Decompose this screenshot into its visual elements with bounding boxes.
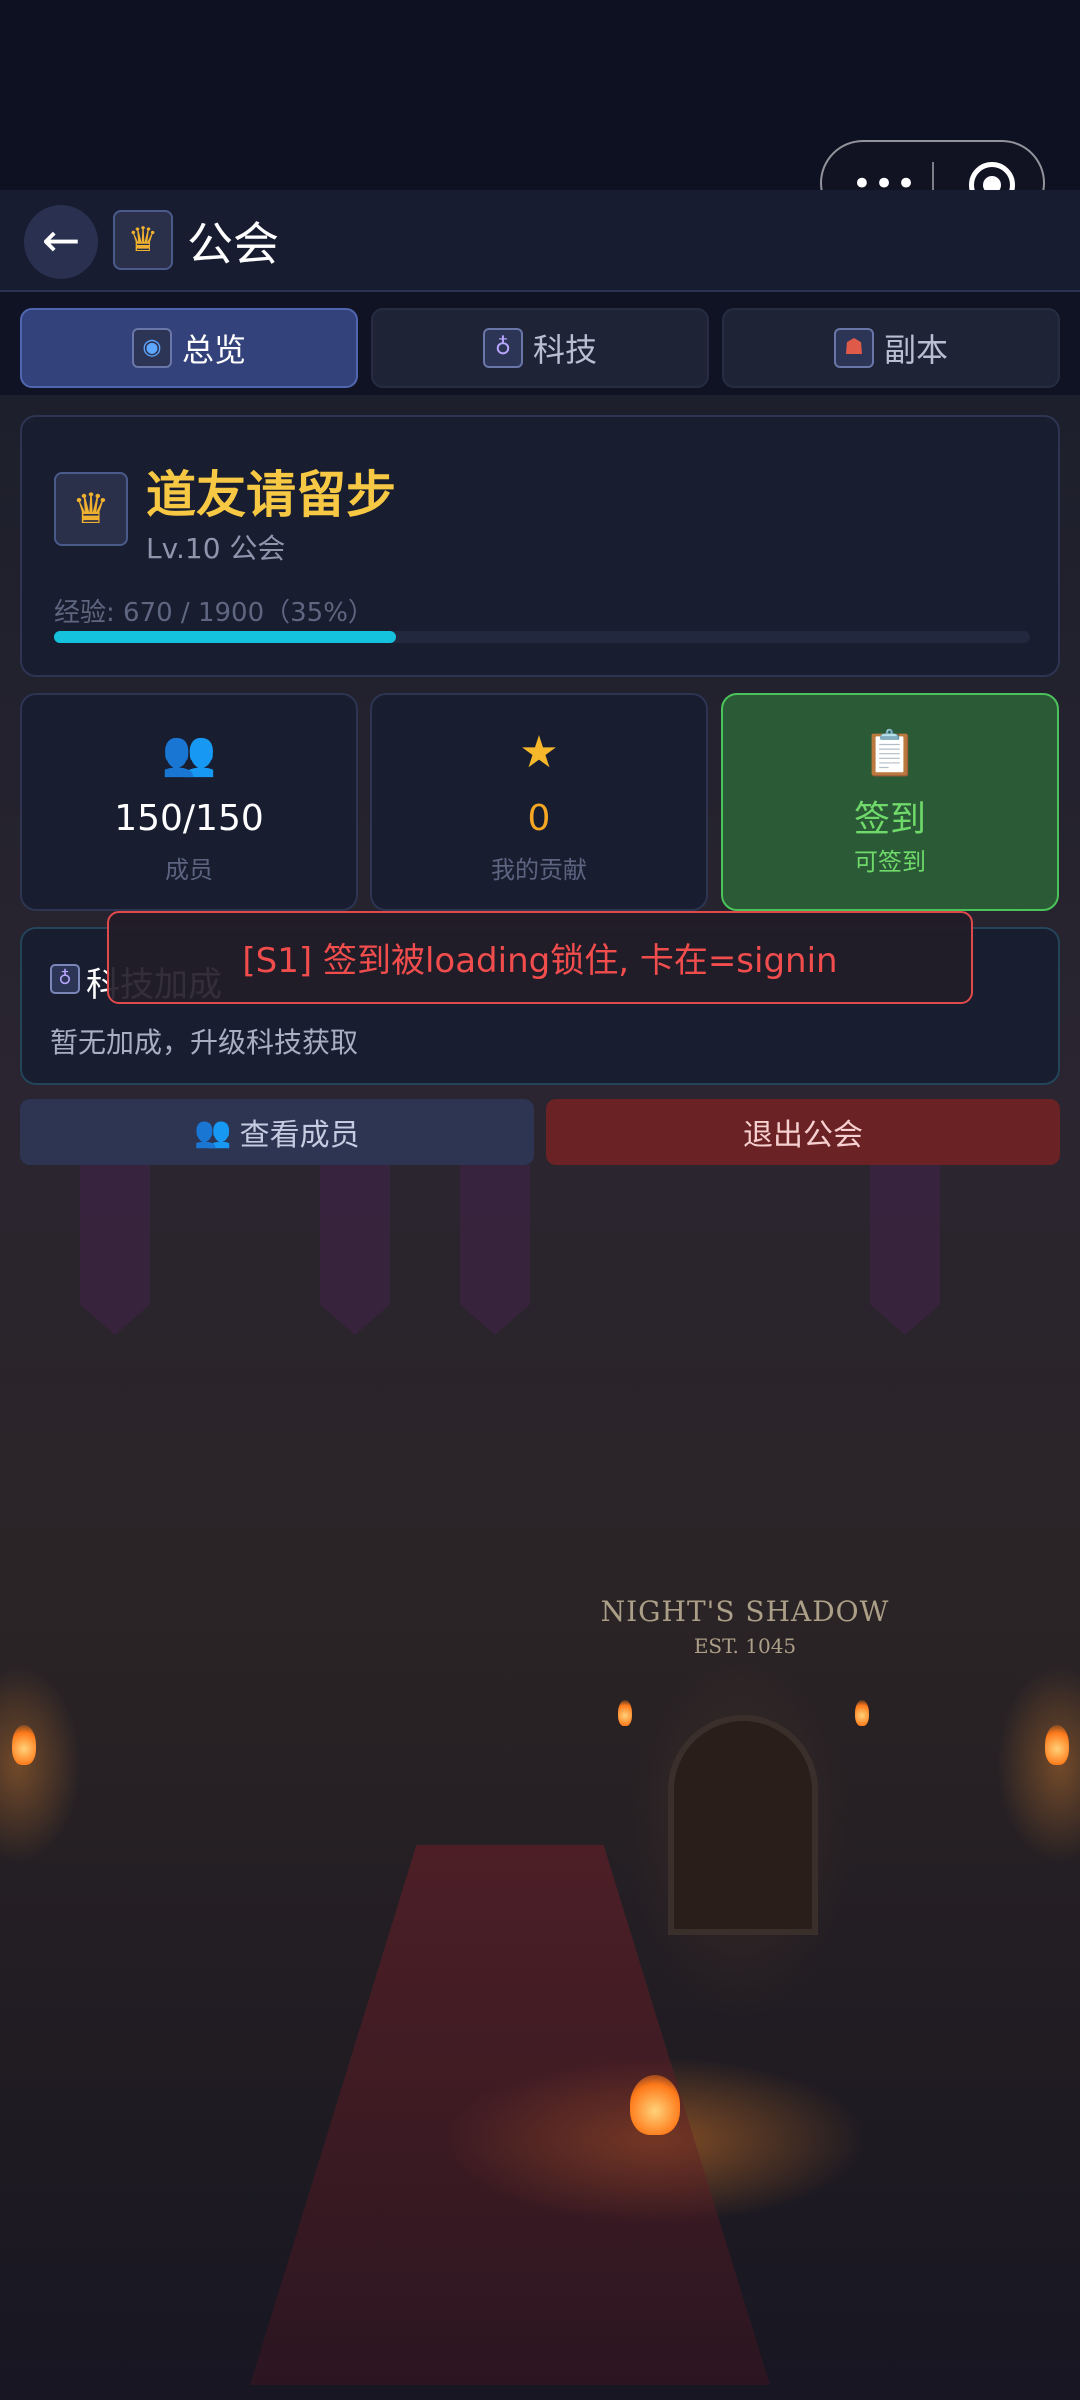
tab-tech[interactable]: ♁ 科技 <box>371 308 709 388</box>
torch <box>12 1725 36 1765</box>
potion-icon: ♁ <box>482 328 523 368</box>
contribution-value: 0 <box>527 798 551 839</box>
signin-button[interactable]: 📋 签到 可签到 <box>721 693 1059 911</box>
torch <box>1045 1725 1069 1765</box>
clipboard-icon: 📋 <box>862 728 918 779</box>
members-stat-card[interactable]: 👥 150/150 成员 <box>20 693 358 911</box>
contribution-label: 我的贡献 <box>491 856 587 884</box>
guild-level: Lv.10 公会 <box>146 532 286 565</box>
error-toast: [S1] 签到被loading锁住, 卡在=signin <box>107 911 973 1004</box>
tab-bar: ◉ 总览 ♁ 科技 ☗ 副本 <box>20 308 1060 388</box>
hall-sign-line1: NIGHT'S SHADOW <box>600 1595 890 1628</box>
back-button[interactable]: ← <box>24 205 98 279</box>
signin-status: 可签到 <box>854 848 926 876</box>
wall-banner <box>320 1165 390 1335</box>
wall-banner <box>460 1165 530 1335</box>
tab-overview[interactable]: ◉ 总览 <box>20 308 358 388</box>
hall-sign-line2: EST. 1045 <box>693 1634 797 1658</box>
guild-emblem-icon: ♛ <box>54 472 128 546</box>
navigation-bar: ← ♛ 公会 <box>0 190 1080 292</box>
wall-banner <box>80 1165 150 1335</box>
tab-tech-label: 科技 <box>532 331 597 369</box>
members-icon: 👥 <box>161 728 217 779</box>
quit-guild-button[interactable]: 退出公会 <box>546 1099 1060 1165</box>
guild-exp-fill <box>54 631 396 643</box>
view-members-button[interactable]: 👥 查看成员 <box>20 1099 534 1165</box>
hall-door <box>668 1715 818 1935</box>
torch <box>618 1700 632 1726</box>
quit-guild-label: 退出公会 <box>743 1118 863 1153</box>
guild-info-card: ♛ 道友请留步 Lv.10 公会 经验: 670 / 1900（35%） <box>20 415 1060 677</box>
guild-crest-icon: ♛ <box>113 210 173 270</box>
potion-icon: ♁ <box>50 964 80 994</box>
members-icon: 👥 <box>194 1114 232 1150</box>
tab-overview-label: 总览 <box>181 331 246 369</box>
tech-bonus-description: 暂无加成，升级科技获取 <box>50 1026 359 1059</box>
wall-banner <box>870 1165 940 1335</box>
signin-label: 签到 <box>853 799 926 840</box>
members-count: 150/150 <box>114 798 264 839</box>
view-members-label: 查看成员 <box>239 1118 360 1153</box>
star-icon: ★ <box>519 727 559 778</box>
tab-dungeon[interactable]: ☗ 副本 <box>722 308 1060 388</box>
members-label: 成员 <box>165 856 213 884</box>
guild-exp-text: 经验: 670 / 1900（35%） <box>54 598 374 628</box>
tab-dungeon-label: 副本 <box>883 331 948 369</box>
guild-name: 道友请留步 <box>146 466 396 524</box>
guild-exp-bar <box>54 631 1030 643</box>
torch <box>855 1700 869 1726</box>
globe-icon: ◉ <box>131 328 172 368</box>
hall-sign: NIGHT'S SHADOW EST. 1045 <box>600 1595 890 1658</box>
campfire <box>630 2075 680 2135</box>
monster-icon: ☗ <box>833 328 874 368</box>
contribution-stat-card: ★ 0 我的贡献 <box>370 693 708 911</box>
page-title: 公会 <box>187 217 279 271</box>
